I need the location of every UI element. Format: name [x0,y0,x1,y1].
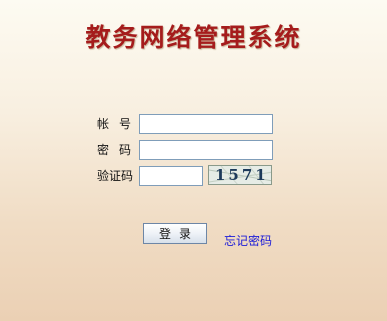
captcha-image[interactable]: 1571 [208,165,272,185]
captcha-label: 验证码 [97,169,134,183]
page-title: 教务网络管理系统 [85,23,302,52]
captcha-code: 1571 [215,166,269,184]
account-label: 帐号 [97,117,142,131]
forgot-password-link[interactable]: 忘记密码 [224,234,272,248]
password-label: 密码 [97,143,142,157]
login-button[interactable]: 登录 [143,223,207,244]
account-input[interactable] [139,114,273,134]
captcha-input[interactable] [139,166,203,186]
password-input[interactable] [139,140,273,160]
